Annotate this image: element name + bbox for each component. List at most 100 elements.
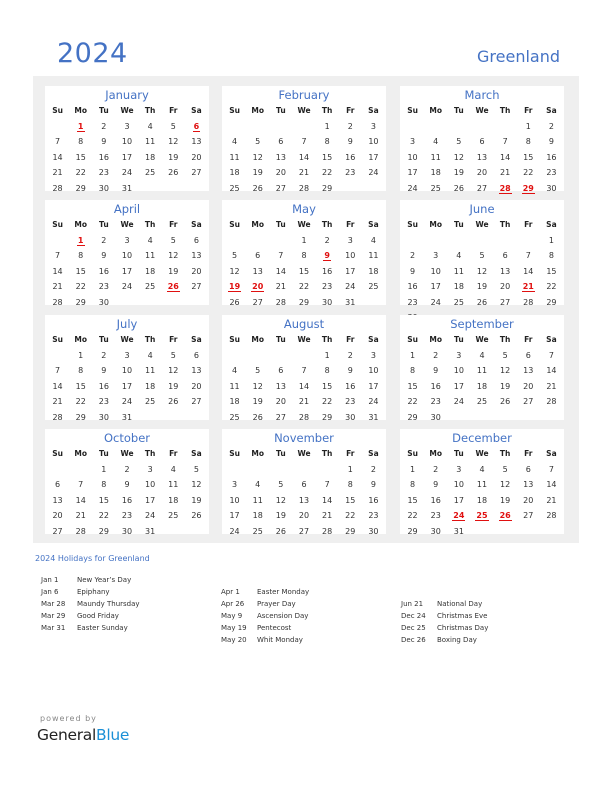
day-cell: 29: [546, 297, 557, 307]
day-cell: 9: [347, 366, 353, 375]
holiday-list-item: Mar 29 Good Friday: [41, 610, 140, 622]
day-cell: 11: [145, 366, 156, 375]
day-cell: 5: [255, 137, 261, 146]
day-cell: 31: [121, 412, 133, 422]
holiday-date: May 19: [221, 624, 247, 632]
day-cell: 22: [407, 397, 418, 406]
day-cell: 17: [121, 152, 133, 162]
day-cell: 25: [168, 511, 179, 520]
day-cell: 30: [98, 297, 109, 307]
day-cell: 6: [278, 366, 284, 375]
empty-cell: [223, 462, 246, 478]
month-december: December Su Mo Tu We Th Fr Sa 1 2 3 4 5 6 7 8 9 10 11 12 13 1…: [400, 429, 564, 536]
day-cell: 1: [525, 121, 531, 131]
empty-cell: [424, 233, 447, 249]
holiday-day-cell: 26: [166, 282, 180, 292]
weekday-header: Tu: [99, 335, 109, 344]
day-cell: 22: [523, 168, 534, 177]
day-cell: 17: [368, 381, 379, 391]
day-cell: 12: [168, 366, 179, 375]
weekday-header: Mo: [251, 220, 265, 229]
day-cell: 22: [407, 511, 418, 520]
empty-cell: [223, 348, 246, 364]
day-cell: 23: [368, 511, 379, 520]
day-cell: 26: [453, 183, 464, 193]
empty-cell: [223, 119, 246, 135]
month-grid: Su Mo Tu We Th Fr Sa 1 2 3 4 5 6 7 8 9 10 11 12 13 14 15 16 17 1…: [401, 446, 563, 539]
day-cell: 12: [229, 266, 240, 276]
day-cell: 6: [193, 235, 199, 245]
weekday-header: Sa: [191, 449, 202, 458]
empty-cell: [269, 462, 292, 478]
day-cell: 2: [101, 235, 107, 245]
day-cell: 29: [298, 297, 310, 307]
weekday-header: Su: [407, 106, 418, 115]
day-cell: 8: [78, 366, 84, 375]
day-cell: 16: [98, 266, 109, 276]
day-cell: 15: [75, 266, 86, 276]
day-cell: 6: [193, 350, 199, 360]
day-cell: 27: [476, 183, 488, 193]
powered-by-label: powered by: [40, 714, 97, 723]
day-cell: 5: [193, 464, 199, 474]
weekday-header: Fr: [346, 220, 355, 229]
day-cell: 5: [456, 137, 462, 146]
day-cell: 26: [500, 397, 511, 406]
weekday-header: We: [120, 106, 134, 115]
day-cell: 27: [523, 397, 534, 406]
day-cell: 21: [75, 511, 86, 520]
empty-cell: [470, 233, 493, 249]
day-cell: 25: [229, 183, 240, 193]
day-cell: 1: [324, 121, 330, 131]
holidays-title: 2024 Holidays for Greenland: [35, 554, 150, 563]
weekday-header: Tu: [454, 335, 464, 344]
day-cell: 9: [101, 251, 107, 260]
day-cell: 24: [368, 397, 379, 406]
day-cell: 20: [191, 266, 202, 276]
day-cell: 13: [191, 366, 202, 375]
day-cell: 30: [345, 412, 356, 422]
day-cell: 1: [324, 350, 330, 360]
day-cell: 2: [347, 121, 353, 131]
day-cell: 15: [523, 152, 534, 162]
day-cell: 28: [52, 412, 63, 422]
day-cell: 15: [345, 495, 356, 505]
day-cell: 7: [324, 480, 330, 489]
day-cell: 6: [502, 251, 508, 260]
day-cell: 23: [322, 282, 333, 291]
day-cell: 12: [168, 251, 179, 260]
holiday-name: Easter Sunday: [77, 624, 128, 632]
day-cell: 10: [430, 266, 441, 276]
day-cell: 6: [479, 137, 485, 146]
day-cell: 9: [433, 480, 439, 489]
weekday-header: Mo: [429, 335, 443, 344]
day-cell: 14: [52, 266, 63, 276]
day-cell: 9: [410, 266, 416, 276]
day-cell: 18: [145, 266, 156, 276]
day-cell: 10: [145, 480, 156, 489]
day-cell: 10: [368, 366, 379, 375]
day-cell: 21: [500, 168, 511, 177]
weekday-header: Tu: [276, 220, 286, 229]
day-cell: 5: [170, 235, 176, 245]
month-grid: Su Mo Tu We Th Fr Sa 1 2 3 4 5 6 7 8 9 10 11 12 13 14 15 16 17 1…: [223, 103, 385, 196]
month-may: May Su Mo Tu We Th Fr Sa 1 2 3 4 5 6 7 8 9 10 11 12 13 14 15 16…: [222, 200, 386, 307]
day-cell: 11: [145, 251, 156, 260]
day-cell: 16: [430, 381, 441, 391]
day-cell: 11: [453, 266, 464, 276]
day-cell: 21: [546, 381, 557, 391]
weekday-header: Th: [499, 449, 511, 458]
day-cell: 20: [476, 168, 488, 177]
day-cell: 3: [124, 121, 130, 131]
empty-cell: [269, 119, 292, 135]
day-cell: 30: [430, 412, 441, 422]
day-cell: 9: [548, 137, 554, 146]
day-cell: 14: [52, 152, 63, 162]
day-cell: 2: [324, 235, 330, 245]
day-cell: 22: [75, 397, 86, 406]
day-cell: 28: [322, 526, 333, 536]
holiday-day-cell: 9: [323, 251, 331, 261]
day-cell: 14: [75, 495, 86, 505]
day-cell: 19: [500, 495, 511, 505]
holiday-column-2: Apr 1 Easter Monday Apr 26 Prayer Day May 9 A…: [221, 586, 309, 646]
